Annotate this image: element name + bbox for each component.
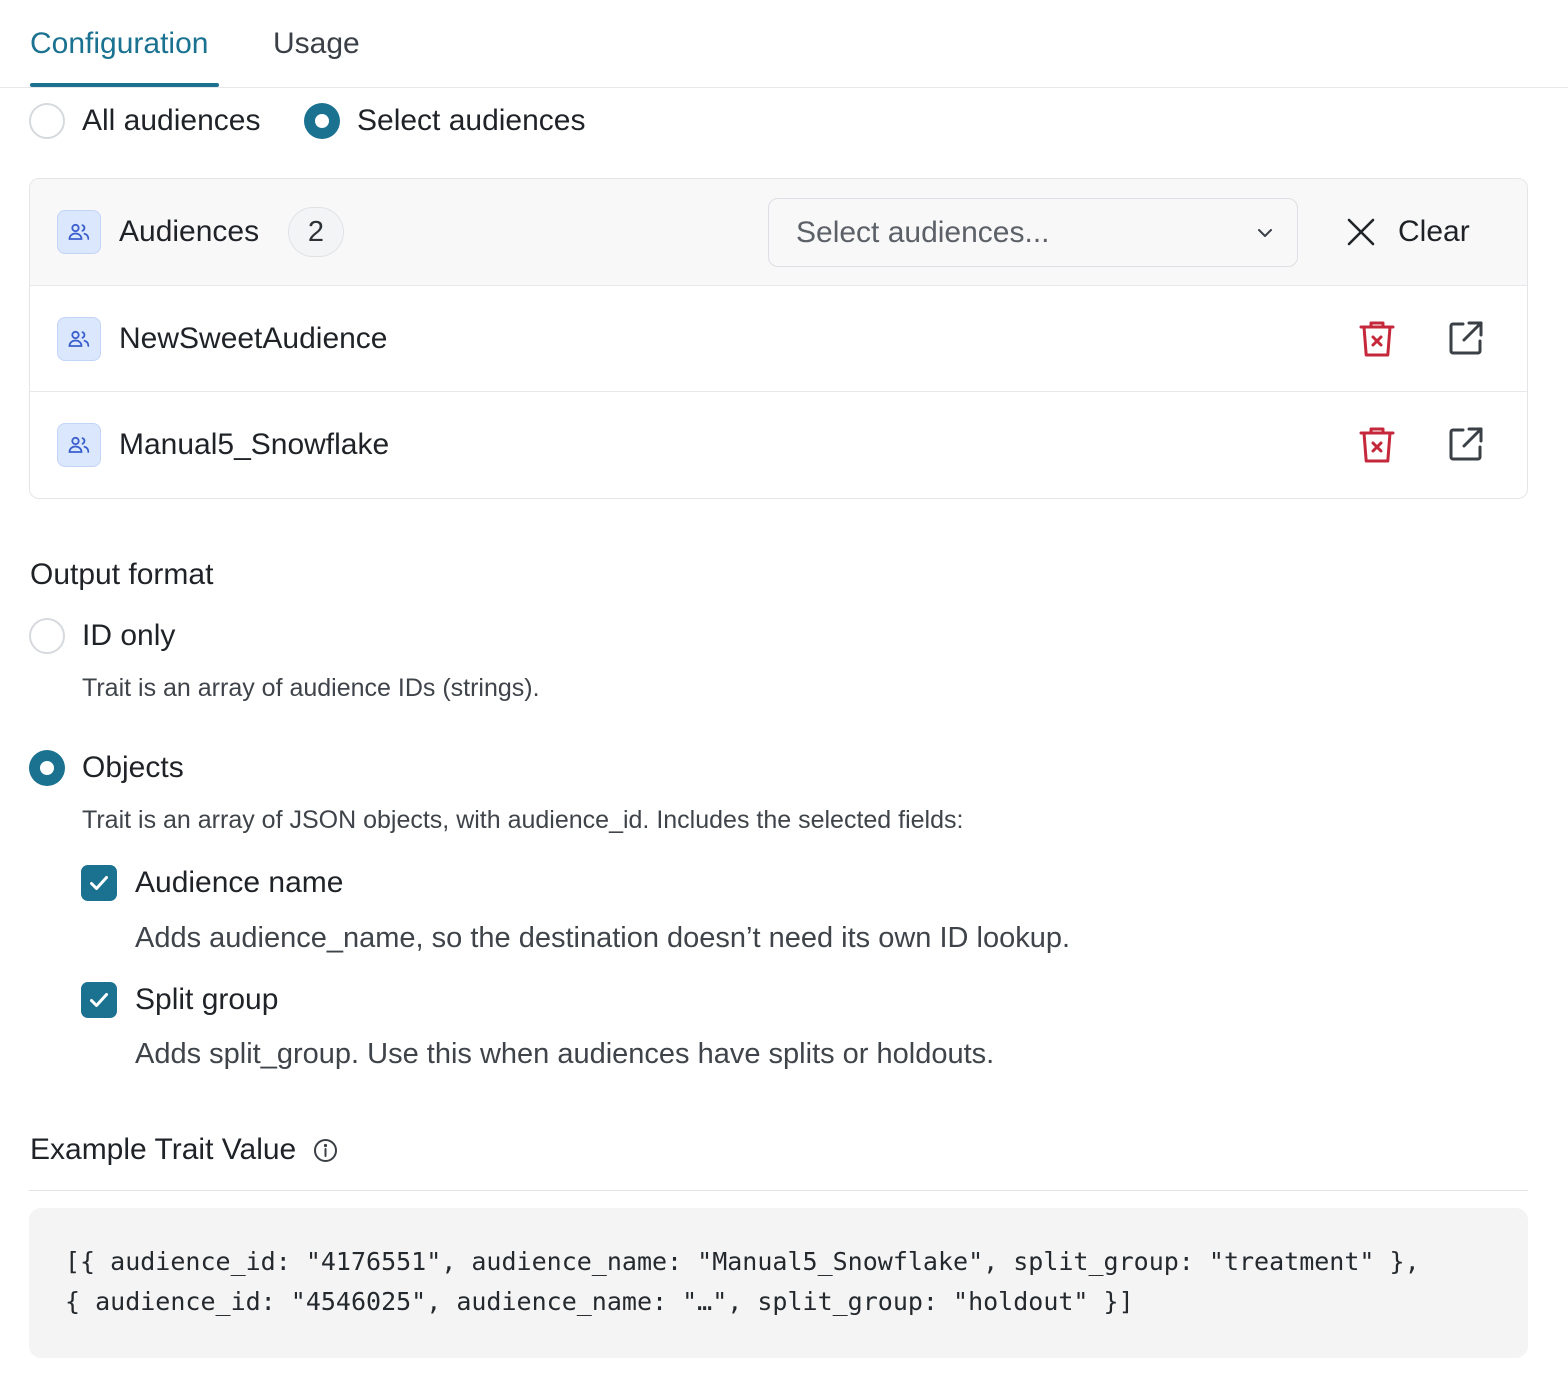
chevron-down-icon [1258, 229, 1272, 237]
trash-icon[interactable] [1358, 319, 1396, 359]
audiences-card: Audiences 2 Select audiences... Clear Ne… [29, 178, 1528, 499]
audience-name-label[interactable]: Audience name [135, 865, 343, 901]
id-only-radio[interactable] [29, 618, 65, 654]
audiences-title: Audiences [119, 215, 260, 248]
active-tab-indicator [30, 83, 219, 87]
destination-trait-config: Configuration Usage All audiences Select… [0, 0, 1568, 1380]
select-audiences-label[interactable]: Select audiences [357, 103, 586, 139]
objects-radio[interactable] [29, 750, 65, 786]
audiences-count-badge: 2 [288, 207, 344, 257]
trash-icon[interactable] [1358, 425, 1396, 465]
audience-name: NewSweetAudience [119, 322, 388, 355]
external-link-icon[interactable] [1448, 320, 1484, 356]
tab-bar: Configuration Usage [0, 0, 1568, 88]
audience-icon [57, 317, 101, 361]
code-line: { audience_id: "4546025", audience_name:… [65, 1287, 1134, 1316]
output-format-title: Output format [30, 558, 214, 591]
section-divider [29, 1190, 1528, 1191]
tab-usage[interactable]: Usage [273, 26, 360, 62]
check-icon [90, 876, 108, 890]
audience-row: Manual5_Snowflake [30, 392, 1527, 498]
example-trait-title: Example Trait Value [30, 1133, 297, 1166]
audiences-card-header: Audiences 2 Select audiences... Clear [30, 179, 1527, 286]
audience-row: NewSweetAudience [30, 286, 1527, 392]
split-group-description: Adds split_group. Use this when audience… [135, 1038, 995, 1070]
objects-description: Trait is an array of JSON objects, with … [82, 806, 964, 834]
clear-label: Clear [1398, 215, 1470, 248]
select-audiences-placeholder: Select audiences... [796, 216, 1050, 249]
objects-label[interactable]: Objects [82, 750, 184, 786]
external-link-icon[interactable] [1448, 426, 1484, 462]
all-audiences-label[interactable]: All audiences [82, 103, 260, 139]
select-audiences-dropdown[interactable]: Select audiences... [768, 198, 1298, 267]
tab-configuration[interactable]: Configuration [30, 26, 208, 62]
split-group-label[interactable]: Split group [135, 982, 278, 1018]
all-audiences-radio[interactable] [29, 103, 65, 139]
code-line: [{ audience_id: "4176551", audience_name… [65, 1247, 1420, 1276]
audience-name-checkbox[interactable] [81, 865, 117, 901]
id-only-description: Trait is an array of audience IDs (strin… [82, 674, 540, 702]
info-icon[interactable] [313, 1138, 338, 1163]
example-code-block: [{ audience_id: "4176551", audience_name… [29, 1208, 1528, 1358]
select-audiences-radio[interactable] [304, 103, 340, 139]
audience-name-description: Adds audience_name, so the destination d… [135, 922, 1071, 954]
clear-button[interactable]: Clear [1346, 209, 1496, 255]
audience-icon [57, 423, 101, 467]
close-icon [1347, 218, 1375, 246]
id-only-label[interactable]: ID only [82, 618, 175, 654]
check-icon [90, 993, 108, 1007]
split-group-checkbox[interactable] [81, 982, 117, 1018]
audience-name: Manual5_Snowflake [119, 428, 390, 461]
audience-icon [57, 210, 101, 254]
